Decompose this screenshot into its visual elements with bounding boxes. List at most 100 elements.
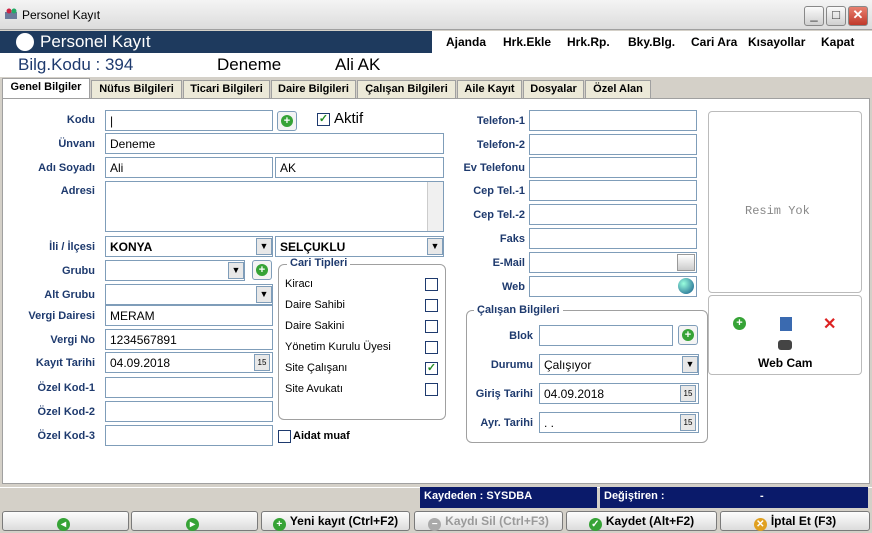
telefon-1-input[interactable]: [529, 110, 697, 131]
minimize-button[interactable]: _: [804, 6, 824, 26]
email-input[interactable]: [529, 252, 697, 273]
next-button[interactable]: ▸: [131, 511, 258, 531]
menu-cari-ara[interactable]: Cari Ara: [691, 35, 737, 49]
calendar-icon[interactable]: 15: [680, 414, 696, 431]
ad-input[interactable]: Ali: [105, 157, 273, 178]
menu-kapat[interactable]: Kapat: [821, 35, 854, 49]
cancel-button[interactable]: ✕ İptal Et (F3): [720, 511, 870, 531]
durumu-select[interactable]: Çalışıyor: [539, 354, 699, 375]
aktif-label: Aktif: [334, 110, 364, 127]
info-bar: Bilg.Kodu : 394 Deneme Ali AK: [0, 53, 872, 77]
tab-calisan-bilgileri[interactable]: Çalışan Bilgileri: [357, 80, 456, 98]
ozel-kod-2-input[interactable]: [105, 401, 273, 422]
record-title: Deneme: [217, 55, 282, 74]
unvani-label: Ünvanı: [58, 138, 95, 150]
cari-daire-sakini-checkbox[interactable]: [425, 320, 438, 333]
kayit-tarihi-input[interactable]: 04.09.2018: [105, 352, 273, 373]
vergi-dairesi-input[interactable]: MERAM: [105, 305, 273, 326]
grubu-dropdown-icon[interactable]: ▼: [228, 262, 244, 279]
maximize-button[interactable]: □: [826, 6, 846, 26]
aidat-muaf-checkbox[interactable]: [278, 430, 291, 443]
new-record-button[interactable]: + Yeni kayıt (Ctrl+F2): [261, 511, 410, 531]
save-label: Kaydet (Alt+F2): [605, 514, 695, 528]
cari-site-calisani-checkbox[interactable]: ✓: [425, 362, 438, 375]
faks-label: Faks: [499, 233, 525, 245]
giris-tarihi-input[interactable]: 04.09.2018: [539, 383, 699, 404]
tab-genel-bilgiler[interactable]: Genel Bilgiler: [2, 78, 90, 99]
calendar-icon[interactable]: 15: [680, 385, 696, 402]
ilce-select[interactable]: SELÇUKLU: [275, 236, 444, 257]
web-input[interactable]: [529, 276, 697, 297]
cari-kiraci-checkbox[interactable]: [425, 278, 438, 291]
kodu-add-button[interactable]: +: [277, 111, 297, 131]
delete-photo-icon[interactable]: ✕: [823, 314, 836, 334]
soyad-input[interactable]: AK: [275, 157, 444, 178]
minus-icon: −: [428, 518, 442, 531]
tab-ozel-alan[interactable]: Özel Alan: [585, 80, 651, 98]
menu-hrk-ekle[interactable]: Hrk.Ekle: [503, 35, 551, 49]
tab-ticari-bilgileri[interactable]: Ticari Bilgileri: [183, 80, 270, 98]
save-button[interactable]: ✓ Kaydet (Alt+F2): [566, 511, 717, 531]
arrow-right-icon: ▸: [186, 518, 199, 531]
photo-frame: [708, 111, 862, 293]
il-ilce-label: İli / İlçesi: [49, 241, 95, 253]
kodu-input[interactable]: |: [105, 110, 273, 131]
ozel-kod-1-input[interactable]: [105, 377, 273, 398]
webcam-label[interactable]: Web Cam: [758, 356, 812, 370]
il-dropdown-icon[interactable]: ▼: [256, 238, 272, 255]
grubu-add-button[interactable]: +: [252, 260, 272, 280]
tab-nufus-bilgileri[interactable]: Nüfus Bilgileri: [91, 80, 182, 98]
durumu-dropdown-icon[interactable]: ▼: [682, 356, 698, 373]
tab-aile-kayit[interactable]: Aile Kayıt: [457, 80, 522, 98]
alt-grubu-dropdown-icon[interactable]: ▼: [256, 286, 272, 303]
add-photo-icon[interactable]: +: [733, 317, 746, 330]
aktif-checkbox[interactable]: ✓: [317, 113, 330, 126]
ev-telefonu-label: Ev Telefonu: [463, 162, 525, 174]
menu-hrk-rp[interactable]: Hrk.Rp.: [567, 35, 610, 49]
unvani-input[interactable]: Deneme: [105, 133, 444, 154]
blok-input[interactable]: [539, 325, 673, 346]
alt-grubu-select[interactable]: [105, 284, 273, 305]
previous-button[interactable]: ◂: [2, 511, 129, 531]
cari-site-avukati-checkbox[interactable]: [425, 383, 438, 396]
cep-tel-2-input[interactable]: [529, 204, 697, 225]
cari-daire-sahibi-checkbox[interactable]: [425, 299, 438, 312]
grubu-select[interactable]: [105, 260, 245, 281]
webcam-icon[interactable]: [778, 340, 792, 350]
app-icon: [4, 8, 18, 20]
menu-kisayollar[interactable]: Kısayollar: [748, 35, 805, 49]
adres-textarea[interactable]: [105, 181, 444, 232]
menu-ajanda[interactable]: Ajanda: [446, 35, 486, 49]
kayit-tarihi-label: Kayıt Tarihi: [35, 357, 95, 369]
record-name: Ali AK: [335, 55, 381, 74]
cari-kiraci-label: Kiracı: [285, 278, 314, 290]
blok-add-button[interactable]: +: [678, 325, 698, 345]
tab-dosyalar[interactable]: Dosyalar: [523, 80, 584, 98]
vergi-dairesi-label: Vergi Dairesi: [28, 310, 95, 322]
ozel-kod-3-input[interactable]: [105, 425, 273, 446]
cari-yonetim-checkbox[interactable]: [425, 341, 438, 354]
ozel-kod-3-label: Özel Kod-3: [37, 430, 95, 442]
plus-icon: +: [281, 115, 293, 127]
ayr-tarihi-label: Ayr. Tarihi: [480, 417, 533, 429]
blok-label: Blok: [509, 330, 533, 342]
close-button[interactable]: ✕: [848, 6, 868, 26]
calendar-icon[interactable]: 15: [254, 354, 270, 371]
check-icon: ✓: [588, 518, 602, 531]
cep-tel-1-input[interactable]: [529, 180, 697, 201]
menu-bky-blg[interactable]: Bky.Blg.: [628, 35, 675, 49]
aidat-muaf-label: Aidat muaf: [293, 430, 350, 442]
delete-record-button[interactable]: − Kaydı Sil (Ctrl+F3): [414, 511, 563, 531]
ev-telefonu-input[interactable]: [529, 157, 697, 178]
vergi-no-input[interactable]: 1234567891: [105, 329, 273, 350]
tab-daire-bilgileri[interactable]: Daire Bilgileri: [271, 80, 356, 98]
email-icon[interactable]: [677, 254, 695, 271]
menu-bar: Ajanda Hrk.Ekle Hrk.Rp. Bky.Blg. Cari Ar…: [432, 31, 872, 53]
il-select[interactable]: KONYA: [105, 236, 273, 257]
plus-icon: +: [682, 329, 694, 341]
save-photo-icon[interactable]: [780, 317, 792, 331]
globe-icon[interactable]: [678, 278, 694, 294]
ayr-tarihi-input[interactable]: . .: [539, 412, 699, 433]
faks-input[interactable]: [529, 228, 697, 249]
telefon-2-input[interactable]: [529, 134, 697, 155]
